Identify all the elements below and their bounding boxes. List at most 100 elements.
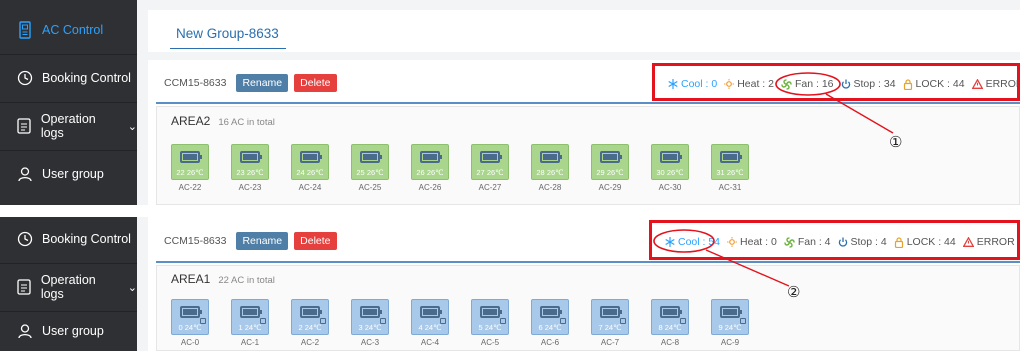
battery-icon xyxy=(180,151,202,163)
main-area-top: New Group-8633 CCM15-8633 Rename Delete … xyxy=(137,0,1020,205)
ac-tile[interactable]: 2 24℃ xyxy=(291,299,329,335)
battery-icon xyxy=(360,306,382,318)
ac-tile[interactable]: 27 26℃ xyxy=(471,144,509,180)
ac-temperature: 4 24℃ xyxy=(418,323,442,332)
document-icon xyxy=(14,278,35,296)
ac-tile[interactable]: 29 26℃ xyxy=(591,144,629,180)
ac-unit-icon xyxy=(14,21,36,39)
battery-icon xyxy=(300,151,322,163)
sidebar-item-operation-logs[interactable]: Operation logs ⌄ xyxy=(0,265,137,309)
ac-tile[interactable]: 30 26℃ xyxy=(651,144,689,180)
ac-tile[interactable]: 6 24℃ xyxy=(531,299,569,335)
battery-icon xyxy=(480,306,502,318)
ac-temperature: 30 26℃ xyxy=(656,168,684,177)
sidebar-item-label: User group xyxy=(42,324,104,338)
controller-header: CCM15-8633 Rename Delete xyxy=(164,232,337,250)
sidebar-divider xyxy=(0,54,137,55)
ac-tile[interactable]: 0 24℃ xyxy=(171,299,209,335)
callout-number-one: ① xyxy=(889,133,903,151)
sidebar-item-label: Booking Control xyxy=(42,232,131,246)
ac-tile[interactable]: 31 26℃ xyxy=(711,144,749,180)
ac-tile[interactable]: 26 26℃ xyxy=(411,144,449,180)
ac-tile[interactable]: 9 24℃ xyxy=(711,299,749,335)
tab-underline xyxy=(170,48,286,49)
ac-name: AC-0 xyxy=(180,338,200,347)
battery-icon xyxy=(300,306,322,318)
ac-name: AC-22 xyxy=(178,183,202,192)
battery-icon xyxy=(240,151,262,163)
ac-tile[interactable]: 22 26℃ xyxy=(171,144,209,180)
rename-button[interactable]: Rename xyxy=(236,74,289,92)
ac-temperature: 7 24℃ xyxy=(598,323,622,332)
ac-tile[interactable]: 23 26℃ xyxy=(231,144,269,180)
ac-tile[interactable]: 24 26℃ xyxy=(291,144,329,180)
ac-name: AC-26 xyxy=(418,183,442,192)
ac-temperature: 31 26℃ xyxy=(716,168,744,177)
ac-name: AC-28 xyxy=(538,183,562,192)
sidebar-item-booking-control[interactable]: Booking Control xyxy=(0,217,137,261)
sidebar-item-ac-control[interactable]: AC Control xyxy=(0,8,137,52)
battery-icon xyxy=(720,151,742,163)
delete-button[interactable]: Delete xyxy=(294,232,337,250)
ac-temperature: 26 26℃ xyxy=(416,168,444,177)
ac-name: AC-1 xyxy=(240,338,260,347)
delete-button[interactable]: Delete xyxy=(294,74,337,92)
ac-temperature: 3 24℃ xyxy=(358,323,382,332)
sidebar-item-operation-logs[interactable]: Operation logs ⌄ xyxy=(0,104,137,148)
area-count: 22 AC in total xyxy=(218,275,275,286)
ac-name: AC-9 xyxy=(720,338,740,347)
header-rule xyxy=(156,261,1020,263)
chevron-down-icon[interactable]: ⌄ xyxy=(128,281,137,294)
sidebar-item-user-group[interactable]: User group xyxy=(0,309,137,351)
ac-tile[interactable]: 25 26℃ xyxy=(351,144,389,180)
sidebar-divider xyxy=(0,150,137,151)
ac-tile[interactable]: 8 24℃ xyxy=(651,299,689,335)
battery-icon xyxy=(360,151,382,163)
ac-temperature: 24 26℃ xyxy=(296,168,324,177)
ac-name: AC-3 xyxy=(360,338,380,347)
ac-tile[interactable]: 28 26℃ xyxy=(531,144,569,180)
ac-tile[interactable]: 4 24℃ xyxy=(411,299,449,335)
battery-icon xyxy=(540,151,562,163)
area-title: AREA1 xyxy=(171,272,211,286)
chevron-down-icon[interactable]: ⌄ xyxy=(128,120,137,133)
ac-tile[interactable]: 3 24℃ xyxy=(351,299,389,335)
ac-tile[interactable]: 5 24℃ xyxy=(471,299,509,335)
rename-button[interactable]: Rename xyxy=(236,232,289,250)
ac-name: AC-2 xyxy=(300,338,320,347)
callout-number-two: ② xyxy=(787,283,801,301)
controller-name: CCM15-8633 xyxy=(164,77,227,89)
area-header: AREA2 16 AC in total xyxy=(171,114,275,128)
ac-name: AC-6 xyxy=(540,338,560,347)
sidebar-divider xyxy=(0,263,137,264)
ac-temperature: 25 26℃ xyxy=(356,168,384,177)
ac-temperature: 27 26℃ xyxy=(476,168,504,177)
controller-name: CCM15-8633 xyxy=(164,235,227,247)
area-panel-bottom: AREA1 22 AC in total 0 24℃ AC-0 1 24℃ AC-1 2 … xyxy=(156,265,1020,351)
ac-name: AC-5 xyxy=(480,338,500,347)
ac-temperature: 23 26℃ xyxy=(236,168,264,177)
tab-new-group[interactable]: New Group-8633 xyxy=(176,26,279,41)
ac-name: AC-23 xyxy=(238,183,262,192)
document-icon xyxy=(14,117,35,135)
user-icon xyxy=(14,322,36,340)
ac-name: AC-7 xyxy=(600,338,620,347)
highlight-box-status-top xyxy=(652,63,1020,101)
group-tab-bar: New Group-8633 xyxy=(148,10,1020,52)
ac-temperature: 0 24℃ xyxy=(178,323,202,332)
battery-icon xyxy=(720,306,742,318)
sidebar-item-label: AC Control xyxy=(42,23,104,37)
sidebar-item-label: Operation logs xyxy=(40,112,96,140)
ac-temperature: 1 24℃ xyxy=(238,323,262,332)
sidebar-item-booking-control[interactable]: Booking Control xyxy=(0,56,137,100)
sidebar-item-label: Operation logs xyxy=(40,273,96,301)
battery-icon xyxy=(660,151,682,163)
ac-name: AC-29 xyxy=(598,183,622,192)
area-title: AREA2 xyxy=(171,114,211,128)
screenshot-divider xyxy=(0,205,1020,217)
ac-tile[interactable]: 1 24℃ xyxy=(231,299,269,335)
ac-temperature: 29 26℃ xyxy=(596,168,624,177)
highlight-box-status-bottom xyxy=(649,220,1020,260)
ac-tile[interactable]: 7 24℃ xyxy=(591,299,629,335)
sidebar-item-user-group[interactable]: User group xyxy=(0,152,137,196)
